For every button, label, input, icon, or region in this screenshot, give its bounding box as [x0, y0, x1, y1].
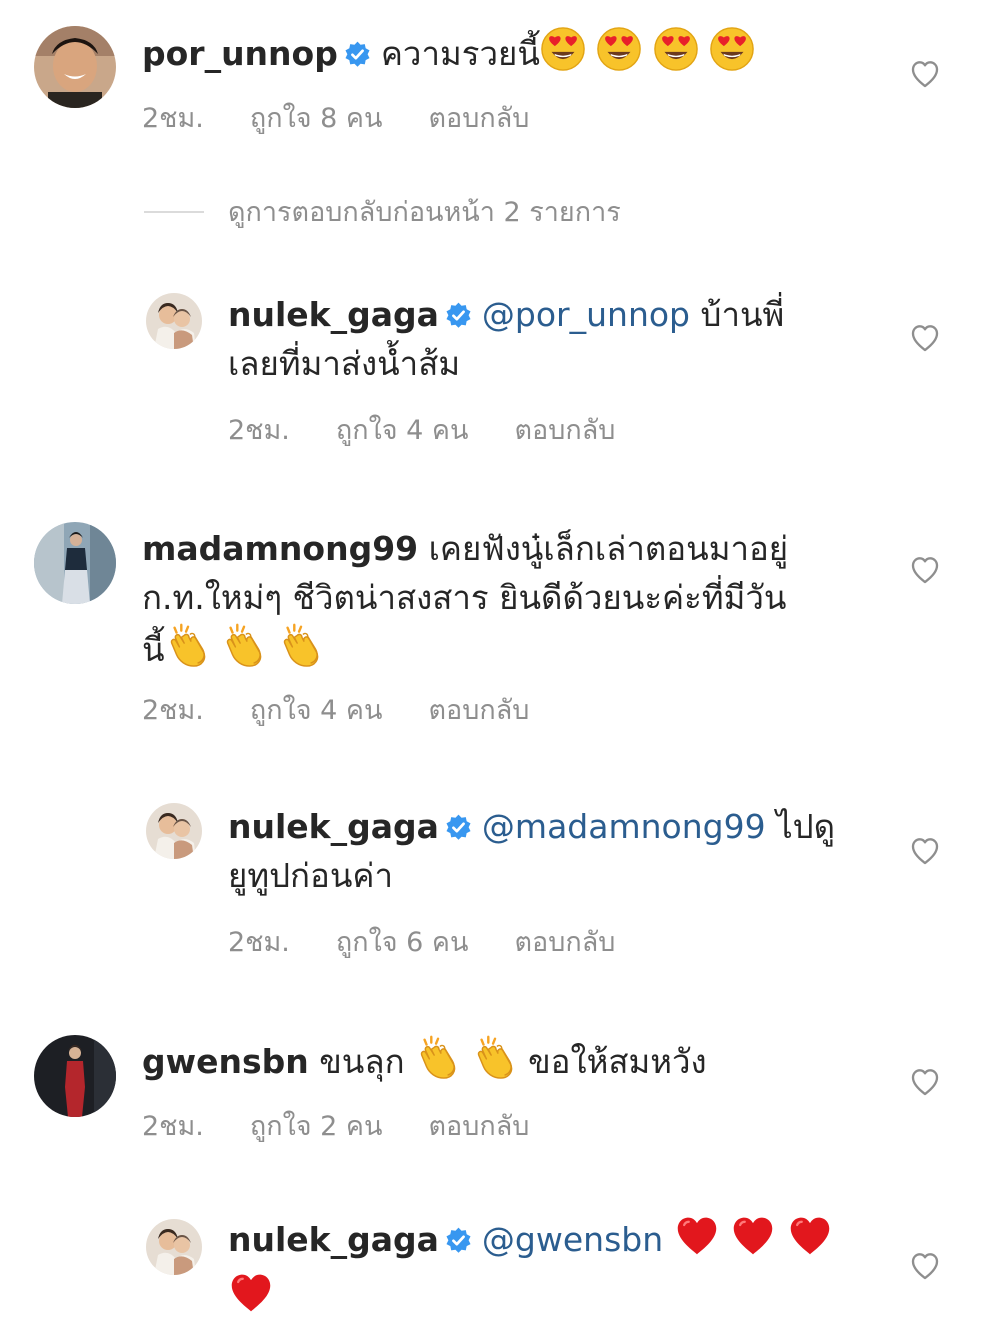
username[interactable]: nulek_gaga [228, 295, 439, 334]
like-heart-icon[interactable] [908, 554, 942, 586]
clapping-hands-emoji [278, 622, 324, 681]
reply-button[interactable]: ตอบกลับ [514, 408, 615, 451]
avatar[interactable] [34, 1035, 116, 1117]
avatar[interactable] [34, 522, 116, 604]
view-previous-replies[interactable]: ดูการตอบกลับก่อนหน้า 2 รายการ [144, 190, 621, 233]
verified-badge-icon [445, 814, 472, 841]
timestamp: 2ชม. [142, 103, 204, 134]
likes-count[interactable]: ถูกใจ 4 คน [336, 408, 469, 451]
username[interactable]: gwensbn [142, 1042, 309, 1081]
reply-button[interactable]: ตอบกลับ [428, 1104, 529, 1147]
comment-body-line1: บ้านพี่ [700, 295, 785, 334]
like-heart-icon[interactable] [908, 322, 942, 354]
avatar[interactable] [146, 1219, 202, 1275]
comment-meta: 2ชม. ถูกใจ 6 คน ตอบกลับ [228, 920, 615, 963]
clapping-hands-emoji [221, 622, 267, 681]
timestamp: 2ชม. [142, 695, 204, 726]
comment-text: madamnong99 เคยฟังนู๋เล็กเล่าตอนมาอยู่ ก… [142, 524, 872, 681]
like-heart-icon[interactable] [908, 835, 942, 867]
comment-meta: 2ชม. ถูกใจ 8 คน ตอบกลับ [142, 96, 529, 139]
comment-text: nulek_gaga @gwensbn [228, 1214, 868, 1328]
comment-body-end: ขอให้สมหวัง [528, 1042, 707, 1081]
timestamp: 2ชม. [228, 927, 290, 958]
heart-eyes-emoji [540, 26, 586, 85]
timestamp: 2ชม. [228, 415, 290, 446]
red-heart-emoji [674, 1214, 720, 1271]
avatar[interactable] [146, 293, 202, 349]
username[interactable]: nulek_gaga [228, 1220, 439, 1259]
like-heart-icon[interactable] [908, 58, 942, 90]
verified-badge-icon [344, 41, 371, 68]
comment-body-start: ขนลุก [319, 1042, 405, 1081]
reply-button[interactable]: ตอบกลับ [428, 96, 529, 139]
heart-eyes-emoji [709, 26, 755, 85]
heart-eyes-emoji [596, 26, 642, 85]
verified-badge-icon [445, 1227, 472, 1254]
comment-body-line1: เคยฟังนู๋เล็กเล่าตอนมาอยู่ [428, 529, 789, 568]
comment-body-line2: เลยที่มาส่งน้ำส้ม [228, 344, 461, 383]
comment-text: nulek_gaga @madamnong99 ไปดู ยูทูปก่อนค่า [228, 802, 868, 900]
avatar[interactable] [34, 26, 116, 108]
comment-meta: 2ชม. ถูกใจ 4 คน ตอบกลับ [142, 688, 529, 731]
mention-link[interactable]: @por_unnop [482, 295, 690, 334]
comment-meta: 2ชม. ถูกใจ 4 คน ตอบกลับ [228, 408, 615, 451]
like-heart-icon[interactable] [908, 1066, 942, 1098]
mention-link[interactable]: @madamnong99 [482, 807, 766, 846]
likes-count[interactable]: ถูกใจ 8 คน [250, 96, 383, 139]
timestamp: 2ชม. [142, 1111, 204, 1142]
comment-body-line2: ยูทูปก่อนค่า [228, 856, 393, 895]
comment-body-line3: นี้ [142, 630, 165, 669]
comment-body-line2: ก.ท.ใหม่ๆ ชีวิตน่าสงสาร ยินดีด้วยนะค่ะที… [142, 578, 787, 617]
likes-count[interactable]: ถูกใจ 2 คน [250, 1104, 383, 1147]
red-heart-emoji [228, 1271, 274, 1328]
clapping-hands-emoji [472, 1034, 518, 1093]
likes-count[interactable]: ถูกใจ 6 คน [336, 920, 469, 963]
avatar[interactable] [146, 803, 202, 859]
reply-button[interactable]: ตอบกลับ [428, 688, 529, 731]
clapping-hands-emoji [165, 622, 211, 681]
comment-body-line1: ไปดู [776, 807, 836, 846]
verified-badge-icon [445, 302, 472, 329]
clapping-hands-emoji [415, 1034, 461, 1093]
view-replies-label[interactable]: ดูการตอบกลับก่อนหน้า 2 รายการ [228, 190, 621, 233]
red-heart-emoji [730, 1214, 776, 1271]
comment-text: gwensbn ขนลุก ขอให้สมหวัง [142, 1034, 707, 1093]
comment-text: por_unnop ความรวยนี้ [142, 26, 755, 85]
username[interactable]: nulek_gaga [228, 807, 439, 846]
reply-button[interactable]: ตอบกลับ [514, 920, 615, 963]
heart-eyes-emoji [653, 26, 699, 85]
username[interactable]: por_unnop [142, 34, 338, 73]
username[interactable]: madamnong99 [142, 529, 418, 568]
mention-link[interactable]: @gwensbn [482, 1220, 663, 1259]
divider-line [144, 210, 204, 213]
comment-text: nulek_gaga @por_unnop บ้านพี่ เลยที่มาส่ง… [228, 290, 868, 388]
red-heart-emoji [787, 1214, 833, 1271]
likes-count[interactable]: ถูกใจ 4 คน [250, 688, 383, 731]
like-heart-icon[interactable] [908, 1250, 942, 1282]
comment-body: ความรวยนี้ [380, 34, 540, 73]
comment-meta: 2ชม. ถูกใจ 2 คน ตอบกลับ [142, 1104, 529, 1147]
